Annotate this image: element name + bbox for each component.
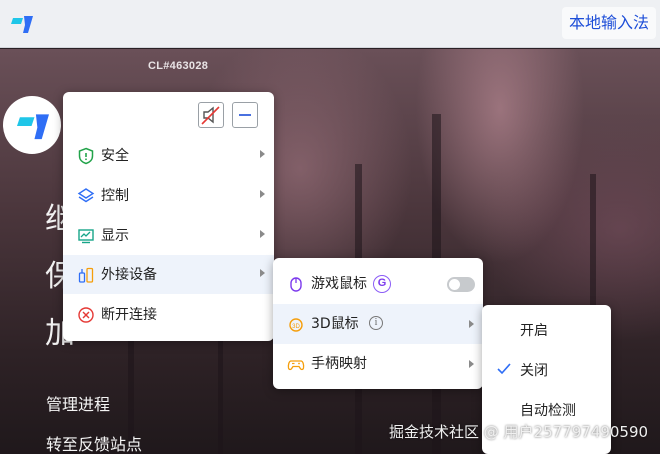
chevron-right-icon <box>260 269 265 277</box>
local-ime-button[interactable]: 本地输入法 <box>561 7 656 39</box>
watermark: 掘金技术社区 @ 用户257797490590 <box>389 423 649 441</box>
menu-item-display[interactable]: 显示 <box>63 216 274 255</box>
submenu-item-game-mouse[interactable]: 游戏鼠标 G <box>273 264 483 304</box>
submenu-item-3d-mouse[interactable]: 3D 3D鼠标 i <box>273 304 483 344</box>
3d-mouse-icon: 3D <box>289 318 303 332</box>
submenu-item-label: 手柄映射 <box>311 356 367 372</box>
submenu-item-label: 3D鼠标 <box>311 316 359 332</box>
top-bar: 本地输入法 <box>0 0 660 48</box>
submenu-item-label: 游戏鼠标 <box>311 276 367 292</box>
menu-item-external-devices[interactable]: 外接设备 <box>63 255 274 294</box>
option-on[interactable]: 开启 <box>482 311 611 351</box>
g-badge-icon: G <box>373 275 391 293</box>
menu-item-disconnect[interactable]: 断开连接 <box>63 295 274 334</box>
disconnect-icon <box>78 307 94 323</box>
option-label: 关闭 <box>520 363 548 379</box>
external-devices-submenu: 游戏鼠标 G 3D 3D鼠标 i 手柄映射 <box>273 258 483 389</box>
shield-icon <box>78 147 94 165</box>
monitor-icon <box>78 229 94 244</box>
avatar[interactable] <box>3 96 61 154</box>
chevron-right-icon <box>260 230 265 238</box>
main-menu: 安全 控制 显示 外接设备 断开连接 <box>63 92 274 341</box>
menu-item-label: 显示 <box>101 228 129 244</box>
chevron-right-icon <box>260 190 265 198</box>
mouse-icon <box>290 277 302 292</box>
option-label: 自动检测 <box>520 403 576 419</box>
build-id-label: CL#463028 <box>148 60 209 72</box>
manage-process-link[interactable]: 管理进程 <box>46 391 110 415</box>
info-icon[interactable]: i <box>369 316 383 330</box>
svg-text:3D: 3D <box>292 324 300 330</box>
checkmark-icon <box>497 363 511 375</box>
chevron-right-icon <box>469 320 474 328</box>
menu-item-label: 外接设备 <box>101 267 157 283</box>
menu-item-security[interactable]: 安全 <box>63 136 274 175</box>
layers-icon <box>77 188 95 203</box>
menu-item-label: 断开连接 <box>101 307 157 323</box>
menu-item-label: 控制 <box>101 188 129 204</box>
option-off[interactable]: 关闭 <box>482 351 611 391</box>
game-mouse-toggle[interactable] <box>447 277 475 292</box>
device-icon <box>78 267 94 283</box>
submenu-item-gamepad-mapping[interactable]: 手柄映射 <box>273 344 483 384</box>
chevron-right-icon <box>469 360 474 368</box>
menu-item-control[interactable]: 控制 <box>63 176 274 215</box>
option-label: 开启 <box>520 323 548 339</box>
chevron-right-icon <box>260 150 265 158</box>
app-logo-icon <box>11 16 33 33</box>
speaker-mute-icon <box>201 106 220 125</box>
minimize-button[interactable] <box>232 102 258 128</box>
mute-button[interactable] <box>198 102 224 128</box>
app-logo-icon <box>17 114 49 140</box>
feedback-site-link[interactable]: 转至反馈站点 <box>46 431 142 454</box>
minus-icon <box>239 114 251 116</box>
menu-item-label: 安全 <box>101 148 129 164</box>
gamepad-icon <box>287 360 305 371</box>
